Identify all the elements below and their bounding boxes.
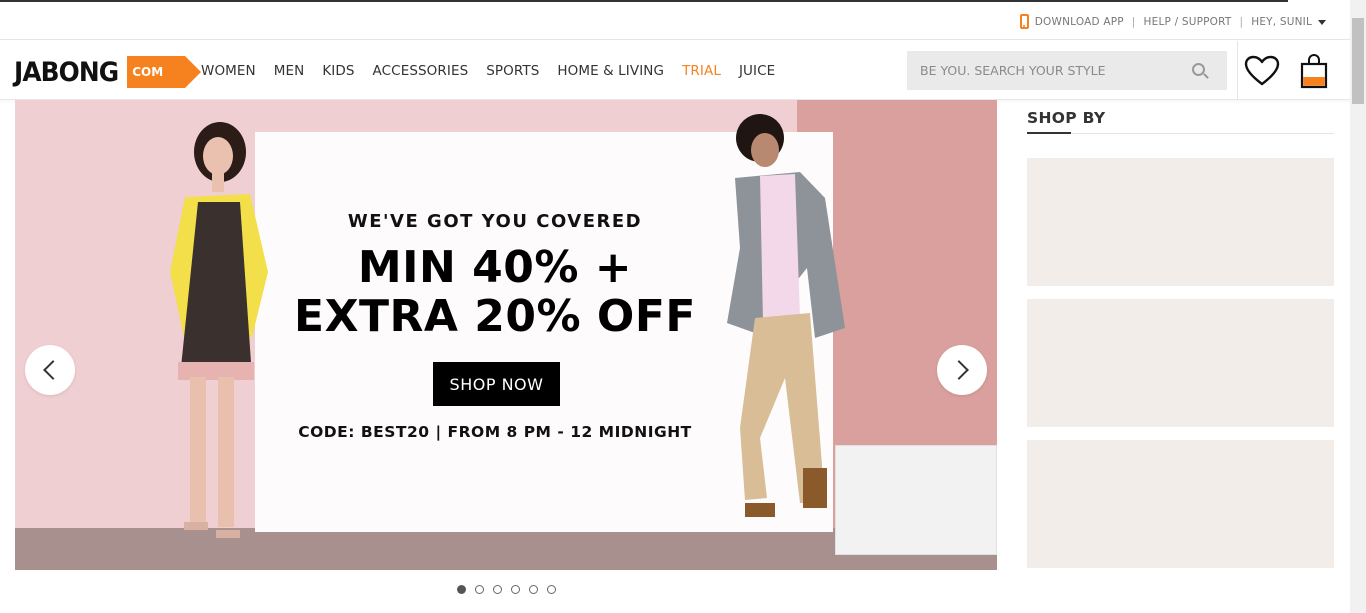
caret-down-icon <box>1318 19 1326 25</box>
primary-nav: WOMEN MEN KIDS ACCESSORIES SPORTS HOME &… <box>201 63 793 79</box>
download-app-link[interactable]: DOWNLOAD APP <box>1035 16 1124 28</box>
account-menu[interactable]: HEY, SUNIL <box>1251 16 1326 28</box>
headline-line-2: EXTRA 20% OFF <box>294 291 696 342</box>
nav-men[interactable]: MEN <box>274 63 305 79</box>
help-support-link[interactable]: HELP / SUPPORT <box>1144 16 1232 28</box>
banner-headline: MIN 40% + EXTRA 20% OFF <box>255 243 735 341</box>
phone-icon <box>1019 14 1029 29</box>
promo-code-text: CODE: BEST20 | FROM 8 PM - 12 MIDNIGHT <box>298 423 692 441</box>
separator: | <box>1131 15 1136 28</box>
banner-tagline: WE'VE GOT YOU COVERED <box>347 211 643 232</box>
model-woman-image <box>170 122 268 538</box>
nav-home-living[interactable]: HOME & LIVING <box>557 63 664 79</box>
search-box <box>907 51 1227 90</box>
utility-links: DOWNLOAD APP | HELP / SUPPORT | HEY, SUN… <box>1019 14 1326 29</box>
carousel-dot-4[interactable] <box>511 585 520 594</box>
carousel-dots <box>457 585 565 594</box>
nav-juice[interactable]: JUICE <box>739 63 775 79</box>
scrollbar-thumb[interactable] <box>1352 18 1364 104</box>
greeting-label: HEY, SUNIL <box>1251 15 1312 28</box>
nav-women[interactable]: WOMEN <box>201 63 256 79</box>
carousel-dot-2[interactable] <box>475 585 484 594</box>
page-scrollbar[interactable] <box>1350 0 1366 613</box>
nav-kids[interactable]: KIDS <box>322 63 354 79</box>
carousel-dot-6[interactable] <box>547 585 556 594</box>
header-divider <box>1237 41 1238 100</box>
shop-now-button[interactable]: SHOP NOW <box>433 362 560 406</box>
nav-trial[interactable]: TRIAL <box>682 63 721 79</box>
carousel-prev-button[interactable] <box>25 345 75 395</box>
shop-by-underline <box>1027 132 1071 134</box>
logo-text: JABONG <box>14 56 119 88</box>
nav-sports[interactable]: SPORTS <box>486 63 539 79</box>
carousel-dot-3[interactable] <box>493 585 502 594</box>
nav-accessories[interactable]: ACCESSORIES <box>373 63 469 79</box>
shop-by-rule <box>1071 133 1334 134</box>
shop-by-tile-1[interactable] <box>1027 158 1334 286</box>
carousel-dot-5[interactable] <box>529 585 538 594</box>
shopping-bag-icon[interactable] <box>1300 53 1328 89</box>
headline-line-1: MIN 40% + <box>357 242 633 293</box>
hero-banner[interactable]: WE'VE GOT YOU COVERED MIN 40% + EXTRA 20… <box>15 100 997 570</box>
carousel-dot-1[interactable] <box>457 585 466 594</box>
search-input[interactable] <box>907 51 1177 90</box>
carousel-next-button[interactable] <box>937 345 987 395</box>
shop-by-tile-2[interactable] <box>1027 299 1334 427</box>
search-icon[interactable] <box>1192 63 1205 76</box>
logo-tag: COM <box>127 56 202 88</box>
model-man-image <box>727 114 845 517</box>
main-header: JABONG COM WOMEN MEN KIDS ACCESSORIES SP… <box>0 41 1350 100</box>
separator: | <box>1239 15 1244 28</box>
wishlist-heart-icon[interactable] <box>1244 55 1280 87</box>
logo[interactable]: JABONG COM <box>14 56 202 88</box>
shop-by-title: SHOP BY <box>1027 109 1106 127</box>
utility-bar: DOWNLOAD APP | HELP / SUPPORT | HEY, SUN… <box>0 0 1350 40</box>
shop-by-tile-3[interactable] <box>1027 440 1334 568</box>
